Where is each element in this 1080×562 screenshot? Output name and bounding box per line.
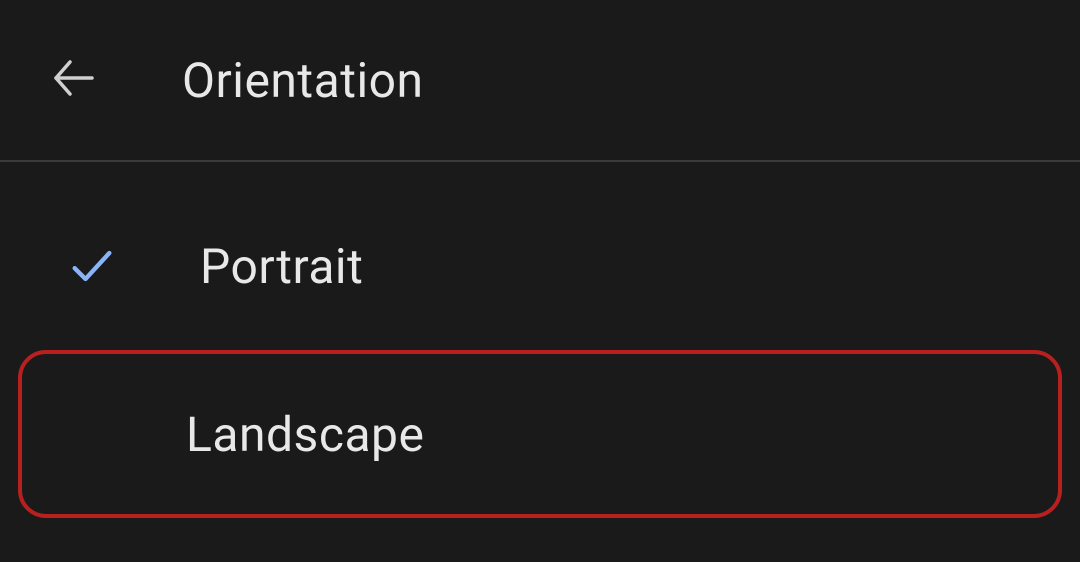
option-landscape[interactable]: Landscape: [22, 354, 1058, 514]
arrow-left-icon: [50, 54, 98, 106]
header: Orientation: [0, 0, 1080, 162]
option-landscape-label: Landscape: [186, 406, 424, 463]
option-portrait-wrapper: Portrait: [18, 198, 1062, 334]
page-title: Orientation: [182, 52, 424, 109]
option-landscape-wrapper: Landscape: [18, 350, 1062, 518]
options-list: Portrait Landscape: [0, 162, 1080, 518]
check-icon: [64, 238, 120, 294]
back-button[interactable]: [46, 52, 102, 108]
option-portrait[interactable]: Portrait: [18, 198, 1062, 334]
option-portrait-label: Portrait: [200, 238, 363, 295]
check-slot-empty: [50, 406, 106, 462]
